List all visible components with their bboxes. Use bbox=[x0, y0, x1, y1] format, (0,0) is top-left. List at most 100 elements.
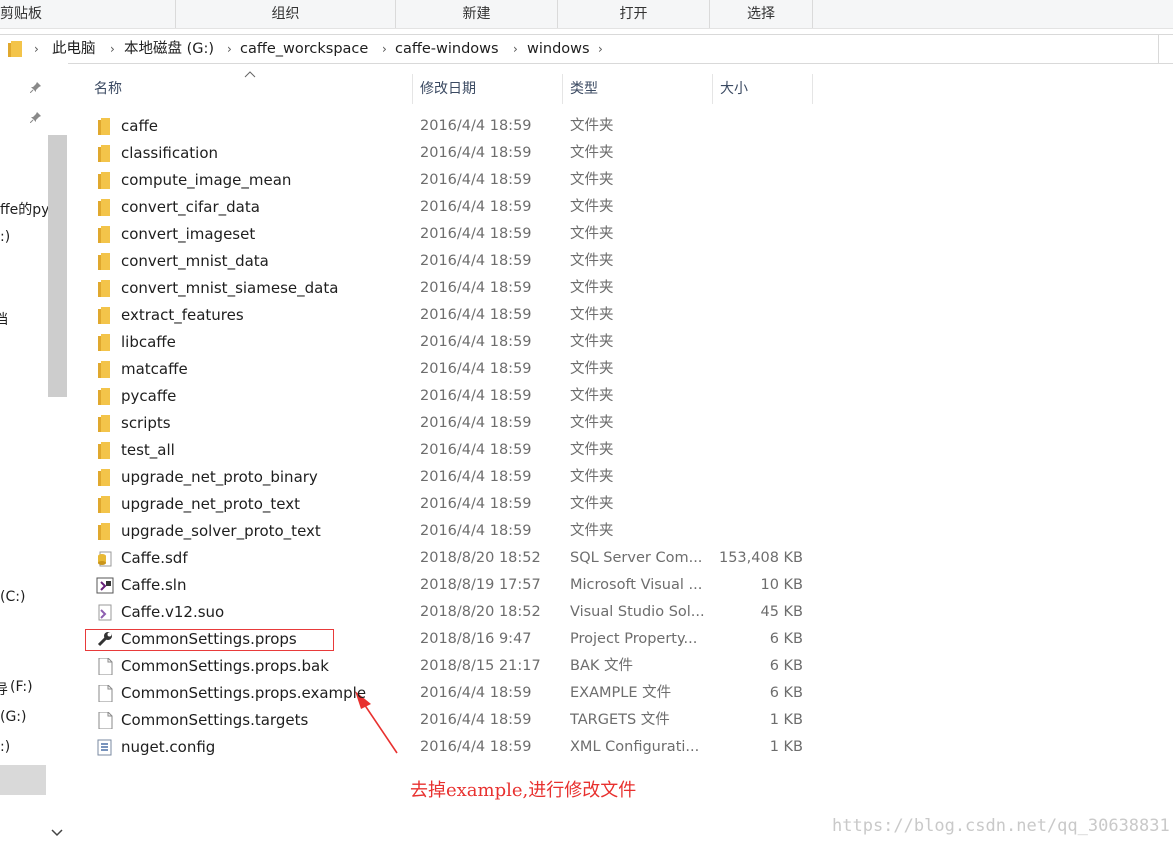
file-type: Project Property... bbox=[570, 631, 698, 647]
file-date-modified: 2018/8/20 18:52 bbox=[420, 550, 541, 566]
nav-item-drive-f[interactable]: (F:) bbox=[10, 679, 33, 695]
column-header-date[interactable]: 修改日期 bbox=[412, 74, 562, 104]
file-row[interactable]: extract_features 2016/4/4 18:59 文件夹 bbox=[90, 302, 814, 329]
file-row[interactable]: nuget.config 2016/4/4 18:59 XML Configurat… bbox=[90, 734, 814, 761]
file-row[interactable]: CommonSettings.props 2018/8/16 9:47 Projec… bbox=[90, 626, 814, 653]
file-size: 6 KB bbox=[769, 631, 803, 647]
file-type: 文件夹 bbox=[570, 253, 614, 269]
nav-scrollbar-thumb[interactable] bbox=[48, 135, 67, 397]
watermark: https://blog.csdn.net/qq_30638831 bbox=[832, 816, 1170, 836]
file-row[interactable]: convert_imageset 2016/4/4 18:59 文件夹 bbox=[90, 221, 814, 248]
wrench-icon bbox=[96, 631, 114, 648]
breadcrumb-windows[interactable]: windows bbox=[527, 35, 590, 63]
folder-icon bbox=[96, 145, 114, 162]
breadcrumb-this-pc[interactable]: 此电脑 bbox=[52, 35, 96, 63]
address-bar[interactable]: › 此电脑 › 本地磁盘 (G:) › caffe_worckspace › c… bbox=[0, 34, 1173, 64]
file-row[interactable]: upgrade_solver_proto_text 2016/4/4 18:59 文… bbox=[90, 518, 814, 545]
file-row[interactable]: compute_image_mean 2016/4/4 18:59 文件夹 bbox=[90, 167, 814, 194]
nav-item[interactable]: 导 bbox=[0, 679, 8, 699]
column-header-size[interactable]: 大小 bbox=[712, 74, 812, 104]
folder-icon bbox=[96, 307, 114, 324]
folder-icon bbox=[96, 118, 114, 135]
file-type: 文件夹 bbox=[570, 199, 614, 215]
file-size: 1 KB bbox=[769, 712, 803, 728]
ribbon-group-new[interactable]: 新建 bbox=[396, 0, 558, 28]
file-name: libcaffe bbox=[121, 333, 176, 351]
file-row[interactable]: libcaffe 2016/4/4 18:59 文件夹 bbox=[90, 329, 814, 356]
address-dropdown-edge[interactable] bbox=[1158, 35, 1173, 63]
file-type: 文件夹 bbox=[570, 496, 614, 512]
breadcrumb-caffe-windows[interactable]: caffe-windows bbox=[395, 35, 499, 63]
file-type: 文件夹 bbox=[570, 280, 614, 296]
chevron-right-icon: › bbox=[34, 42, 39, 56]
pin-icon[interactable] bbox=[30, 111, 42, 123]
file-row[interactable]: test_all 2016/4/4 18:59 文件夹 bbox=[90, 437, 814, 464]
file-size bbox=[710, 113, 803, 140]
file-row[interactable]: CommonSettings.targets 2016/4/4 18:59 TARG… bbox=[90, 707, 814, 734]
file-row[interactable]: caffe 2016/4/4 18:59 文件夹 bbox=[90, 113, 814, 140]
file-date-modified: 2016/4/4 18:59 bbox=[420, 199, 532, 215]
file-row[interactable]: pycaffe 2016/4/4 18:59 文件夹 bbox=[90, 383, 814, 410]
ribbon-group-label: 组织 bbox=[271, 6, 300, 22]
file-size: 153,408 KB bbox=[718, 550, 803, 566]
ribbon-group-clipboard[interactable]: 剪贴板 bbox=[0, 0, 176, 28]
folder-icon bbox=[96, 469, 114, 486]
breadcrumb-drive-g[interactable]: 本地磁盘 (G:) bbox=[124, 35, 214, 63]
nav-item[interactable]: ffe的py bbox=[0, 199, 49, 219]
file-name: convert_mnist_data bbox=[121, 252, 269, 270]
file-row[interactable]: upgrade_net_proto_text 2016/4/4 18:59 文件夹 bbox=[90, 491, 814, 518]
file-date-modified: 2016/4/4 18:59 bbox=[420, 442, 532, 458]
file-name: compute_image_mean bbox=[121, 171, 292, 189]
file-type: 文件夹 bbox=[570, 469, 614, 485]
column-header-type[interactable]: 类型 bbox=[562, 74, 712, 104]
file-row[interactable]: convert_cifar_data 2016/4/4 18:59 文件夹 bbox=[90, 194, 814, 221]
ribbon-group-open[interactable]: 打开 bbox=[558, 0, 710, 28]
file-size bbox=[710, 329, 803, 356]
breadcrumb-caffe-worckspace[interactable]: caffe_worckspace bbox=[240, 35, 368, 63]
file-type: 文件夹 bbox=[570, 307, 614, 323]
column-divider[interactable] bbox=[812, 74, 813, 104]
file-date-modified: 2016/4/4 18:59 bbox=[420, 415, 532, 431]
chevron-down-icon[interactable] bbox=[51, 828, 63, 838]
file-size bbox=[710, 356, 803, 383]
file-name: caffe bbox=[121, 117, 159, 135]
chevron-right-icon: › bbox=[382, 42, 387, 56]
file-name: upgrade_net_proto_binary bbox=[121, 468, 318, 486]
nav-item[interactable]: :) bbox=[0, 739, 10, 755]
nav-item[interactable]: 档 bbox=[0, 309, 8, 329]
file-size bbox=[710, 167, 803, 194]
ribbon-group-select[interactable]: 选择 bbox=[710, 0, 813, 28]
file-date-modified: 2018/8/19 17:57 bbox=[420, 577, 541, 593]
file-row[interactable]: Caffe.sdf 2018/8/20 18:52 SQL Server Com..… bbox=[90, 545, 814, 572]
file-date-modified: 2016/4/4 18:59 bbox=[420, 145, 532, 161]
file-row[interactable]: convert_mnist_siamese_data 2016/4/4 18:59… bbox=[90, 275, 814, 302]
file-type: XML Configurati... bbox=[570, 739, 700, 755]
column-header-name[interactable]: 名称 bbox=[86, 74, 412, 104]
ribbon-group-organize[interactable]: 组织 bbox=[176, 0, 396, 28]
file-row[interactable]: Caffe.sln 2018/8/19 17:57 Microsoft Visual… bbox=[90, 572, 814, 599]
file-row[interactable]: CommonSettings.props.example 2016/4/4 18:… bbox=[90, 680, 814, 707]
nav-item-drive-c[interactable]: (C:) bbox=[0, 589, 25, 605]
file-row[interactable]: matcaffe 2016/4/4 18:59 文件夹 bbox=[90, 356, 814, 383]
file-date-modified: 2016/4/4 18:59 bbox=[420, 280, 532, 296]
file-type: 文件夹 bbox=[570, 172, 614, 188]
folder-icon bbox=[96, 388, 114, 405]
file-row[interactable]: CommonSettings.props.bak 2018/8/15 21:17 B… bbox=[90, 653, 814, 680]
navigation-pane[interactable]: ffe的py :) 档 (C:) 导 (F:) (G:) :) bbox=[0, 63, 68, 847]
nav-item[interactable]: :) bbox=[0, 229, 10, 245]
file-row[interactable]: convert_mnist_data 2016/4/4 18:59 文件夹 bbox=[90, 248, 814, 275]
nav-item-selected[interactable] bbox=[0, 765, 46, 795]
file-type: 文件夹 bbox=[570, 523, 614, 539]
pin-icon[interactable] bbox=[30, 81, 42, 93]
file-row[interactable]: scripts 2016/4/4 18:59 文件夹 bbox=[90, 410, 814, 437]
nav-item-drive-g[interactable]: (G:) bbox=[0, 709, 27, 725]
file-row[interactable]: classification 2016/4/4 18:59 文件夹 bbox=[90, 140, 814, 167]
folder-icon bbox=[96, 442, 114, 459]
folder-icon bbox=[96, 253, 114, 270]
file-row[interactable]: Caffe.v12.suo 2018/8/20 18:52 Visual Studi… bbox=[90, 599, 814, 626]
file-size: 10 KB bbox=[760, 577, 803, 593]
file-size bbox=[710, 518, 803, 545]
file-row[interactable]: upgrade_net_proto_binary 2016/4/4 18:59 文件… bbox=[90, 464, 814, 491]
chevron-right-icon: › bbox=[598, 42, 603, 56]
ribbon-group-label: 剪贴板 bbox=[0, 6, 42, 22]
